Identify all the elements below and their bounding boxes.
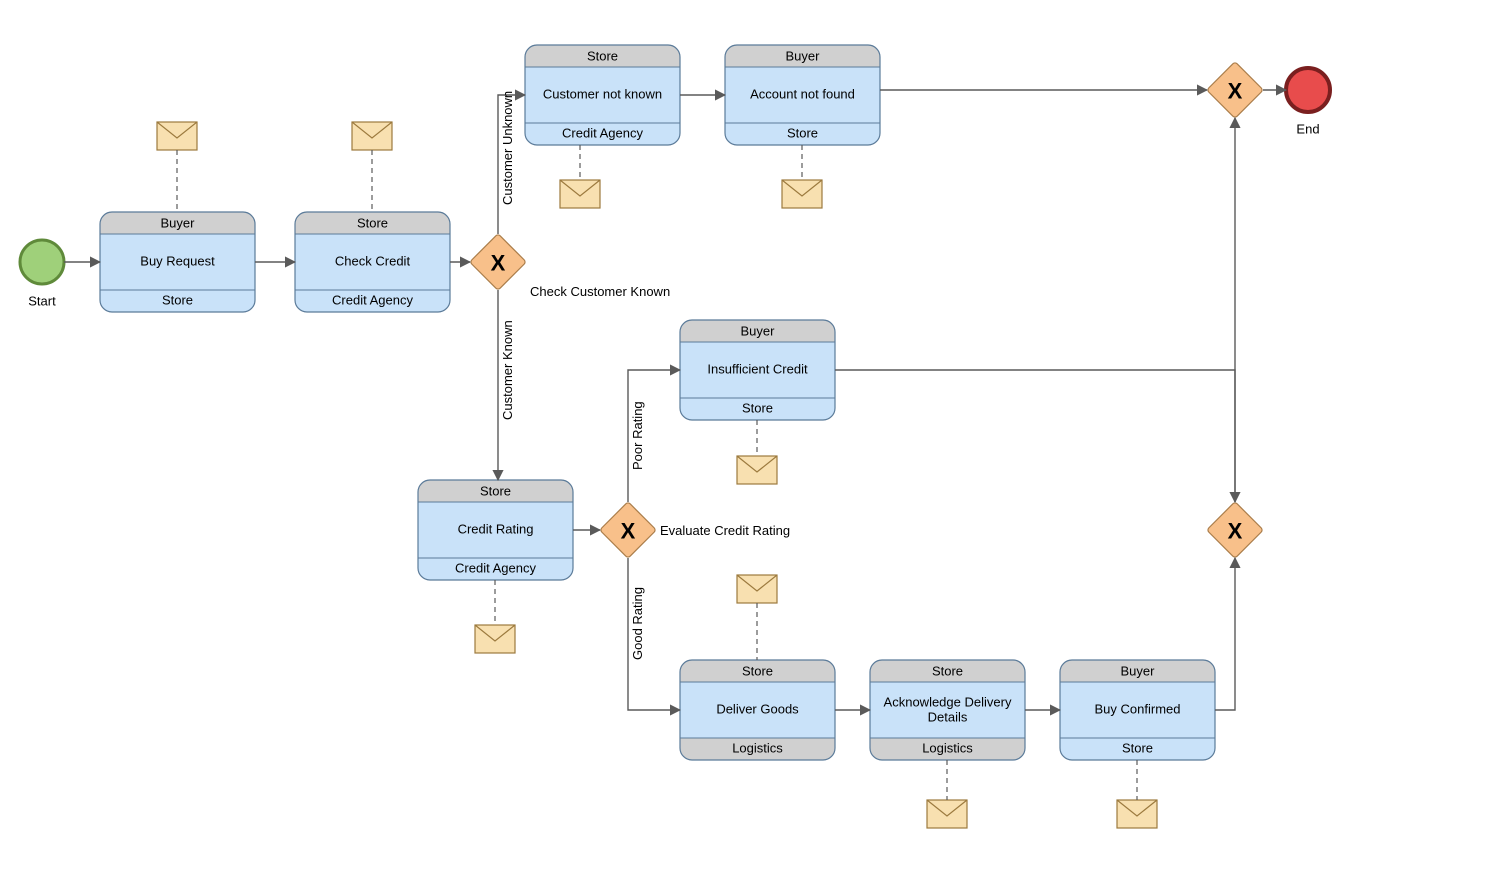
task-name: Credit Rating bbox=[458, 521, 534, 536]
flow-label: Good Rating bbox=[630, 587, 645, 660]
envelope-icon bbox=[1117, 800, 1157, 828]
task-buy-request: Buyer Buy Request Store bbox=[93, 210, 261, 312]
task-bottom: Store bbox=[742, 400, 773, 415]
gateway-check-customer-known: X Check Customer Known bbox=[470, 234, 670, 299]
task-account-not-found: Buyer Account not found Store bbox=[725, 45, 880, 145]
gateway-label: Check Customer Known bbox=[530, 284, 670, 299]
end-event: End bbox=[1286, 68, 1330, 136]
task-top: Store bbox=[480, 483, 511, 498]
task-deliver-goods: Store Deliver Goods Logistics bbox=[680, 660, 835, 760]
task-bottom: Credit Agency bbox=[562, 125, 643, 140]
envelope-icon bbox=[560, 180, 600, 208]
task-top: Store bbox=[587, 48, 618, 63]
envelope-icon bbox=[352, 122, 392, 150]
task-name: Acknowledge Delivery bbox=[884, 694, 1012, 709]
task-bottom: Logistics bbox=[732, 740, 783, 755]
flow-label: Customer Known bbox=[500, 320, 515, 420]
envelope-icon bbox=[157, 122, 197, 150]
task-name: Deliver Goods bbox=[716, 701, 799, 716]
svg-text:X: X bbox=[491, 251, 506, 276]
flow bbox=[835, 370, 1235, 502]
envelope-icon bbox=[737, 456, 777, 484]
task-buy-confirmed: Buyer Buy Confirmed Store bbox=[1060, 660, 1215, 760]
task-top: Store bbox=[357, 215, 388, 230]
envelope-icon bbox=[737, 575, 777, 603]
task-name: Customer not known bbox=[543, 86, 662, 101]
gateway-merge-final: X bbox=[1207, 62, 1264, 119]
flow bbox=[1215, 558, 1235, 710]
task-top: Buyer bbox=[1121, 663, 1156, 678]
svg-text:X: X bbox=[621, 519, 636, 544]
start-event: Start bbox=[20, 240, 64, 308]
svg-text:X: X bbox=[1228, 519, 1243, 544]
task-name: Check Credit bbox=[335, 253, 411, 268]
gateway-evaluate-credit-rating: X Evaluate Credit Rating bbox=[600, 502, 790, 559]
envelope-icon bbox=[927, 800, 967, 828]
task-top: Buyer bbox=[161, 215, 196, 230]
start-label: Start bbox=[28, 293, 56, 308]
task-top: Store bbox=[932, 663, 963, 678]
task-bottom: Credit Agency bbox=[455, 560, 536, 575]
task-name: Buy Confirmed bbox=[1095, 701, 1181, 716]
task-name: Details bbox=[928, 709, 968, 724]
task-top: Store bbox=[742, 663, 773, 678]
task-name: Buy Request bbox=[140, 253, 215, 268]
end-label: End bbox=[1296, 121, 1319, 136]
task-name: Account not found bbox=[750, 86, 855, 101]
task-name: Insufficient Credit bbox=[707, 361, 808, 376]
task-bottom: Logistics bbox=[922, 740, 973, 755]
envelope-icon bbox=[475, 625, 515, 653]
gateway-merge-lower: X bbox=[1207, 502, 1264, 559]
task-credit-rating: Store Credit Rating Credit Agency bbox=[418, 480, 573, 580]
task-insufficient-credit: Buyer Insufficient Credit Store bbox=[680, 320, 835, 420]
task-top: Buyer bbox=[741, 323, 776, 338]
envelope-icon bbox=[782, 180, 822, 208]
task-bottom: Credit Agency bbox=[332, 292, 413, 307]
task-ack-delivery: Store Acknowledge Delivery Details Logis… bbox=[870, 660, 1025, 760]
svg-text:X: X bbox=[1228, 79, 1243, 104]
task-bottom: Store bbox=[1122, 740, 1153, 755]
task-bottom: Store bbox=[162, 292, 193, 307]
task-customer-not-known: Store Customer not known Credit Agency bbox=[525, 45, 680, 145]
task-check-credit: Store Check Credit Credit Agency bbox=[295, 212, 450, 312]
task-top: Buyer bbox=[786, 48, 821, 63]
gateway-label: Evaluate Credit Rating bbox=[660, 523, 790, 538]
flow-label: Poor Rating bbox=[630, 401, 645, 470]
flow-label: Customer Unknown bbox=[500, 91, 515, 205]
task-bottom: Store bbox=[787, 125, 818, 140]
